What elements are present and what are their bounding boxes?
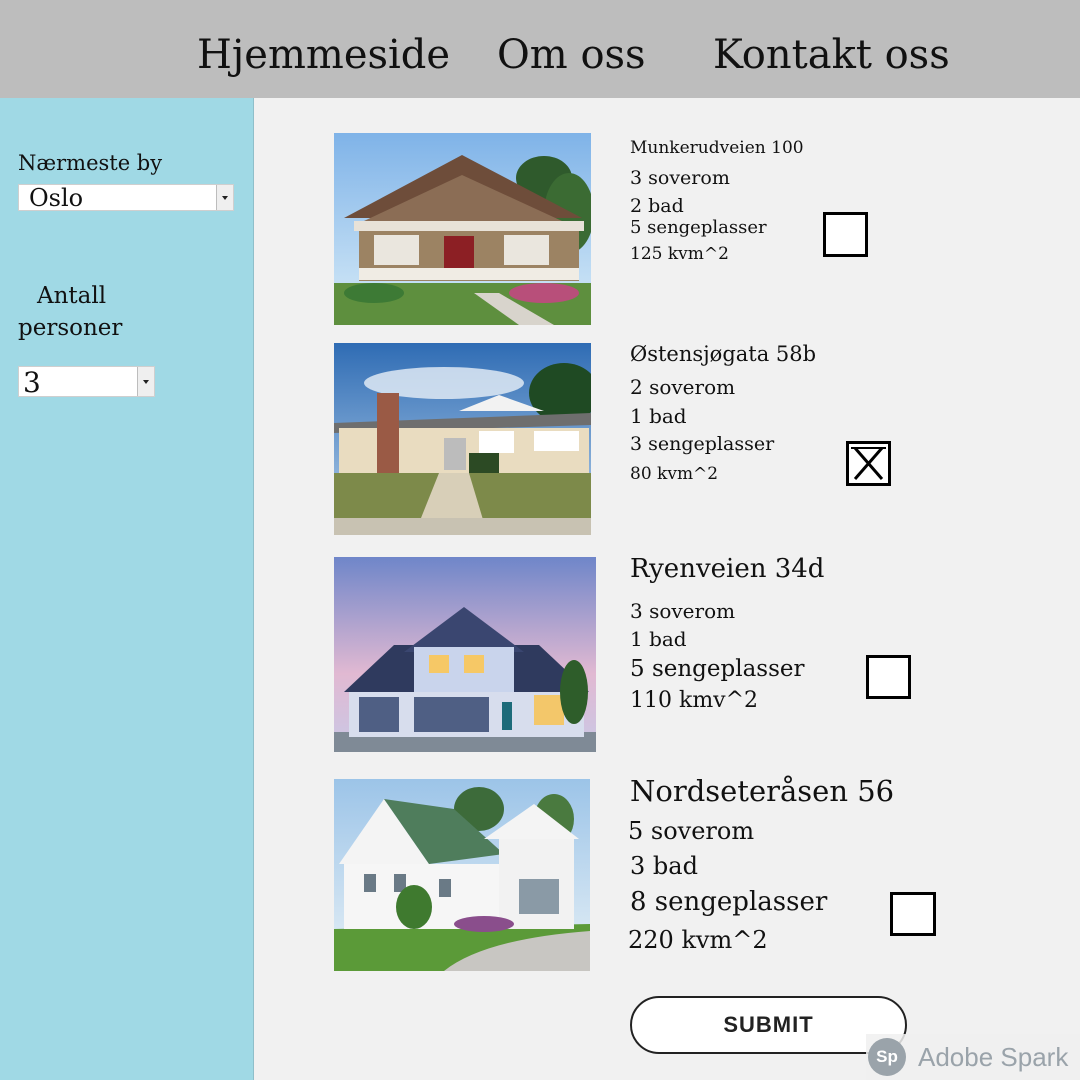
listing-3-checkbox[interactable]	[866, 655, 911, 699]
city-select[interactable]: Oslo	[18, 184, 234, 211]
persons-label-line2: personer	[18, 315, 123, 341]
persons-select-value: 3	[23, 366, 41, 399]
nav-link-home[interactable]: Hjemmeside	[197, 32, 450, 78]
listing-2-address: Østensjøgata 58b	[630, 342, 817, 366]
persons-select[interactable]: 3	[18, 366, 155, 399]
listing-2-bedrooms: 2 soverom	[630, 375, 736, 399]
listing-4-checkbox[interactable]	[890, 892, 936, 936]
house-photo-2	[334, 343, 591, 535]
listing-4-bathrooms: 3 bad	[630, 852, 698, 880]
listing-1-address: Munkerudveien 100	[630, 138, 804, 158]
listing-1-bathrooms: 2 bad	[630, 195, 684, 217]
persons-label-line1: Antall	[37, 283, 107, 309]
house-photo-4-graphic	[334, 779, 590, 971]
house-photo-3	[334, 557, 596, 752]
nav-link-contact[interactable]: Kontakt oss	[713, 32, 950, 78]
listing-4-beds: 8 sengeplasser	[630, 887, 828, 917]
top-nav-bar: Hjemmeside Om oss Kontakt oss	[0, 0, 1080, 98]
listing-2-beds: 3 sengeplasser	[630, 433, 775, 455]
city-label: Nærmeste by	[18, 151, 163, 175]
listing-3-bathrooms: 1 bad	[630, 627, 687, 651]
listing-3-area: 110 kmv^2	[630, 688, 759, 713]
listing-2-bathrooms: 1 bad	[630, 404, 687, 428]
chevron-down-icon[interactable]	[216, 185, 233, 210]
listing-1-area: 125 kvm^2	[630, 244, 729, 264]
adobe-spark-watermark: Sp Adobe Spark	[866, 1034, 1080, 1080]
listing-3-bedrooms: 3 soverom	[630, 599, 736, 623]
adobe-spark-logo-icon: Sp	[868, 1038, 906, 1076]
listing-3-beds: 5 sengeplasser	[630, 656, 805, 682]
listing-3-address: Ryenveien 34d	[630, 554, 825, 584]
house-photo-3-graphic	[334, 557, 596, 752]
house-photo-4	[334, 779, 590, 971]
chevron-down-icon[interactable]	[137, 367, 154, 396]
house-photo-1	[334, 133, 591, 325]
listing-1-bedrooms: 3 soverom	[630, 167, 730, 189]
listing-1-beds: 5 sengeplasser	[630, 217, 767, 238]
listing-4-address: Nordseteråsen 56	[630, 774, 895, 808]
listing-2-area: 80 kvm^2	[630, 464, 719, 484]
listing-4-bedrooms: 5 soverom	[628, 817, 755, 845]
adobe-spark-text: Adobe Spark	[918, 1041, 1069, 1072]
filter-sidebar: Nærmeste by Oslo Antall personer 3	[0, 98, 254, 1080]
house-photo-1-graphic	[334, 133, 591, 325]
city-select-value: Oslo	[29, 184, 84, 212]
listing-4-area: 220 kvm^2	[628, 926, 768, 954]
nav-link-about[interactable]: Om oss	[497, 32, 646, 78]
checkmark-x-icon	[851, 447, 886, 480]
listing-2-checkbox[interactable]	[846, 441, 891, 486]
listing-1-checkbox[interactable]	[823, 212, 868, 257]
house-photo-2-graphic	[334, 343, 591, 535]
